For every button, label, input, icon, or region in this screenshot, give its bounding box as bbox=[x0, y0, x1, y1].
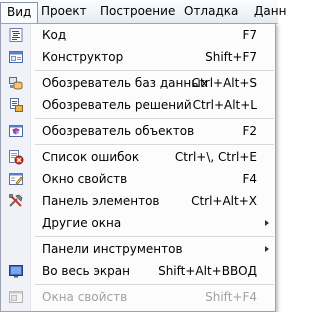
menu-item-label: Список ошибок bbox=[42, 150, 140, 164]
menu-item-label: Код bbox=[42, 28, 67, 42]
menu-item-shortcut: Shift+F7 bbox=[205, 50, 257, 64]
menu-separator bbox=[35, 144, 274, 145]
menu-item-label: Окна свойств bbox=[42, 290, 128, 304]
menu-item-other-windows[interactable]: Другие окна bbox=[1, 212, 275, 234]
submenu-arrow-icon bbox=[265, 246, 269, 252]
menu-separator bbox=[35, 70, 274, 71]
menu-item-error-list[interactable]: Список ошибок Ctrl+\, Ctrl+E bbox=[1, 146, 275, 168]
menu-build[interactable]: Построение bbox=[94, 2, 181, 23]
menu-item-shortcut: F2 bbox=[242, 124, 257, 138]
menu-item-label: Другие окна bbox=[42, 216, 122, 230]
menu-item-shortcut: F7 bbox=[242, 28, 257, 42]
menu-separator bbox=[35, 236, 274, 237]
menu-item-shortcut: Ctrl+Alt+X bbox=[191, 194, 257, 208]
database-explorer-icon bbox=[8, 75, 24, 91]
menu-item-label: Панели инструментов bbox=[42, 242, 183, 256]
menu-debug[interactable]: Отладка bbox=[178, 2, 244, 23]
menu-item-designer[interactable]: Конструктор Shift+F7 bbox=[1, 46, 275, 68]
properties-window-icon bbox=[8, 171, 24, 187]
menu-item-label: Во весь экран bbox=[42, 264, 130, 278]
menu-item-solution-explorer[interactable]: Обозреватель решений Ctrl+Alt+L bbox=[1, 94, 275, 116]
menu-item-shortcut: Ctrl+Alt+S bbox=[191, 76, 257, 90]
menu-item-property-pages: Окна свойств Shift+F4 bbox=[1, 286, 275, 308]
menu-item-shortcut: Shift+F4 bbox=[205, 290, 257, 304]
full-screen-icon bbox=[8, 263, 24, 279]
object-browser-icon bbox=[8, 123, 24, 139]
menu-separator bbox=[35, 118, 274, 119]
menu-view[interactable]: Вид bbox=[0, 2, 39, 23]
menu-item-toolbox[interactable]: Панель элементов Ctrl+Alt+X bbox=[1, 190, 275, 212]
menu-item-object-browser[interactable]: Обозреватель объектов F2 bbox=[1, 120, 275, 142]
designer-icon bbox=[8, 49, 24, 65]
menu-item-label: Обозреватель баз данных bbox=[42, 76, 208, 90]
menu-item-shortcut: Ctrl+\, Ctrl+E bbox=[174, 150, 257, 164]
code-icon bbox=[8, 27, 24, 43]
menu-item-shortcut: Shift+Alt+ВВОД bbox=[158, 264, 257, 278]
error-list-icon bbox=[8, 149, 24, 165]
menu-item-label: Конструктор bbox=[42, 50, 124, 64]
menu-item-database-explorer[interactable]: Обозреватель баз данных Ctrl+Alt+S bbox=[1, 72, 275, 94]
menu-item-shortcut: Ctrl+Alt+L bbox=[192, 98, 257, 112]
menu-item-shortcut: F4 bbox=[242, 172, 257, 186]
menu-data[interactable]: Данн bbox=[248, 2, 292, 23]
menu-item-label: Обозреватель объектов bbox=[42, 124, 195, 138]
submenu-arrow-icon bbox=[265, 220, 269, 226]
toolbox-icon bbox=[8, 193, 24, 209]
menu-item-full-screen[interactable]: Во весь экран Shift+Alt+ВВОД bbox=[1, 260, 275, 282]
menu-item-label: Окно свойств bbox=[42, 172, 128, 186]
view-menu-dropdown: Код F7 Конструктор Shift+F7 Обозреватель… bbox=[0, 23, 276, 312]
menu-separator bbox=[35, 284, 274, 285]
menu-item-code[interactable]: Код F7 bbox=[1, 24, 275, 46]
menu-item-toolbars[interactable]: Панели инструментов bbox=[1, 238, 275, 260]
menu-item-label: Обозреватель решений bbox=[42, 98, 192, 112]
menu-item-label: Панель элементов bbox=[42, 194, 160, 208]
property-pages-icon bbox=[8, 289, 24, 305]
menu-bar: Вид Проект Построение Отладка Данн bbox=[0, 0, 286, 24]
menu-project[interactable]: Проект bbox=[35, 2, 93, 23]
solution-explorer-icon bbox=[8, 97, 24, 113]
menu-item-properties-window[interactable]: Окно свойств F4 bbox=[1, 168, 275, 190]
